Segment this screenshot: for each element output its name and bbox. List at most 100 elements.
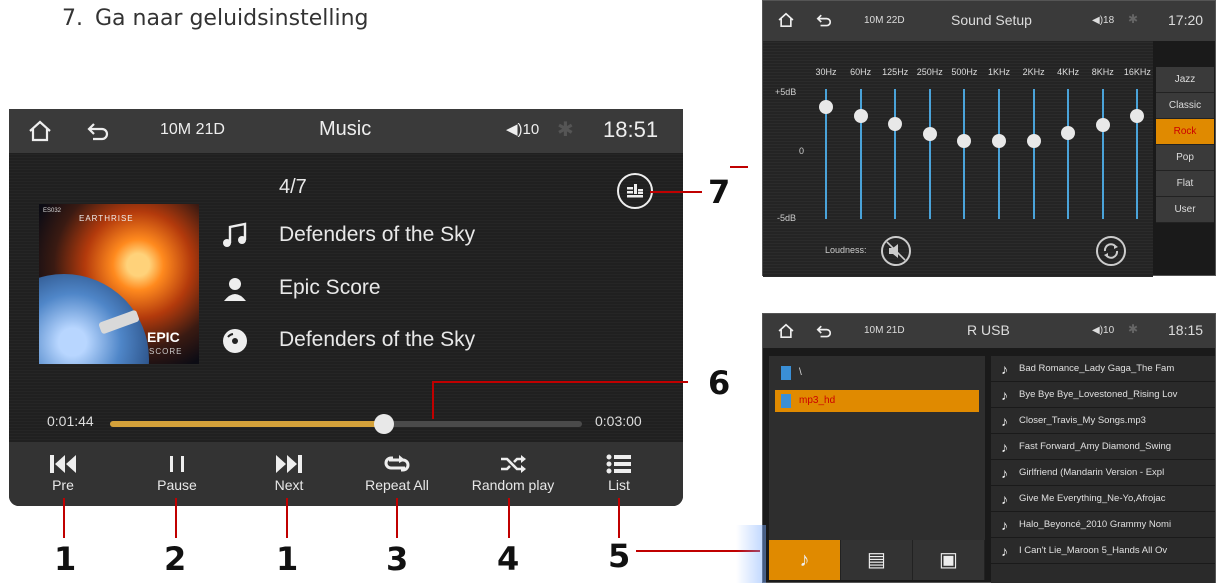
eq-band-slider[interactable] (1101, 89, 1104, 219)
next-button[interactable]: Next (239, 442, 339, 506)
loudness-label: Loudness: (825, 245, 867, 255)
tab-music[interactable]: ♪ (769, 540, 841, 580)
music-note-icon: ♪ (1001, 491, 1008, 507)
bluetooth-icon: ✱ (557, 119, 574, 141)
eq-band-knob[interactable] (888, 117, 903, 132)
album-name: Defenders of the Sky (279, 328, 476, 351)
home-icon[interactable] (777, 322, 795, 340)
repeat-icon (384, 455, 410, 472)
callout-line-4 (508, 498, 510, 538)
song-title: Fast Forward_Amy Diamond_Swing (1019, 441, 1172, 452)
shuffle-icon (501, 455, 526, 473)
artist-icon (224, 278, 246, 301)
back-icon[interactable] (815, 11, 833, 29)
folder-item-root[interactable]: \ (775, 362, 979, 384)
speaker-icon: ◀) (506, 121, 523, 138)
preset-user[interactable]: User (1156, 197, 1214, 223)
list-item[interactable]: ♪ Bad Romance_Lady Gaga_The Fam (991, 356, 1215, 382)
preset-jazz[interactable]: Jazz (1156, 67, 1214, 93)
home-icon[interactable] (27, 118, 53, 144)
equalizer-panel: +5dB 0 -5dB Loudness: 30Hz 60Hz 125Hz 250Hz… (763, 41, 1153, 277)
volume-indicator[interactable]: ◀)10 (506, 120, 539, 138)
status-date: 10M 21D (864, 325, 905, 336)
next-label: Next (274, 477, 304, 493)
back-icon[interactable] (85, 118, 111, 144)
music-screen: 10M 21D Music ◀)10 ✱ 18:51 ES032 EARTHRI… (9, 109, 683, 506)
eq-band-knob[interactable] (819, 99, 833, 114)
preset-pop[interactable]: Pop (1156, 145, 1214, 171)
song-title: Bad Romance_Lady Gaga_The Fam (1019, 363, 1175, 374)
progress-track[interactable] (110, 414, 582, 434)
reset-button[interactable] (1096, 236, 1126, 266)
list-label: List (608, 477, 630, 493)
folder-icon (781, 366, 791, 380)
previous-label: Pre (52, 477, 74, 493)
callout-line-5a (618, 498, 620, 538)
volume-indicator[interactable]: ◀)10 (1092, 325, 1114, 336)
progress-thumb[interactable] (373, 414, 394, 434)
music-note-icon: ♪ (1001, 413, 1008, 429)
loudness-button[interactable] (881, 236, 911, 266)
list-item[interactable]: ♪ I Can't Lie_Maroon 5_Hands All Ov (991, 538, 1215, 564)
eq-band-slider[interactable] (1067, 89, 1070, 219)
preset-flat[interactable]: Flat (1156, 171, 1214, 197)
list-item[interactable]: ♪ Give Me Everything_Ne-Yo,Afrojac (991, 486, 1215, 512)
callout-line-2 (175, 498, 177, 538)
random-play-button[interactable]: Random play (463, 442, 563, 506)
callout-line-1b (286, 498, 288, 538)
folder-item-mp3-hd[interactable]: mp3_hd (775, 390, 979, 412)
db-label-mid: 0 (799, 146, 805, 156)
music-note-icon: ♪ (1001, 465, 1008, 481)
eq-band-knob[interactable] (1130, 108, 1145, 123)
callout-number: 1 (54, 540, 77, 578)
eq-band-slider[interactable] (894, 89, 897, 219)
page-title: R USB (967, 322, 1010, 338)
eq-band-knob[interactable] (922, 127, 937, 142)
playback-controls: Pre Pause Next Repeat All Random play Li… (9, 442, 683, 506)
previous-button[interactable]: Pre (13, 442, 113, 506)
eq-band-slider[interactable] (1032, 89, 1035, 219)
preset-rock[interactable]: Rock (1156, 119, 1214, 145)
repeat-button[interactable]: Repeat All (347, 442, 447, 506)
eq-band-knob[interactable] (1095, 118, 1110, 133)
volume-indicator[interactable]: ◀)18 (1092, 15, 1114, 26)
status-date: 10M 21D (160, 121, 225, 138)
eq-band-slider[interactable] (928, 89, 931, 219)
sound-setup-screen: 10M 22D Sound Setup ◀)18 ✱ 17:20 +5dB 0 … (762, 0, 1216, 277)
db-label-bottom: -5dB (777, 213, 797, 223)
eq-band-knob[interactable] (853, 108, 868, 123)
list-button[interactable]: List (569, 442, 669, 506)
eq-band-knob[interactable] (992, 133, 1006, 148)
eq-band-frequency: 30Hz (815, 67, 837, 77)
callout-number: 5 (608, 537, 631, 575)
list-item[interactable]: ♪ Bye Bye Bye_Lovestoned_Rising Lov (991, 382, 1215, 408)
status-time: 18:15 (1168, 322, 1204, 338)
eq-band-knob[interactable] (1026, 133, 1041, 148)
list-item[interactable]: ♪ Girlfriend (Mandarin Version - Expl (991, 460, 1215, 486)
page-title: Music (319, 118, 372, 140)
list-item[interactable]: ♪ Fast Forward_Amy Diamond_Swing (991, 434, 1215, 460)
tab-video[interactable]: ▤ (841, 540, 913, 580)
list-item[interactable]: ♪ Closer_Travis_My Songs.mp3 (991, 408, 1215, 434)
tab-photo[interactable]: ▣ (913, 540, 985, 580)
usb-browser-screen: 10M 21D R USB ◀)10 ✱ 18:15 \ mp3_hd ♪ ▤ … (762, 313, 1216, 583)
eq-band-slider[interactable] (998, 89, 1000, 219)
home-icon[interactable] (777, 11, 795, 29)
album-art-logo: EPIC (147, 329, 180, 345)
preset-classic[interactable]: Classic (1156, 93, 1214, 119)
volume-level: 10 (522, 121, 540, 138)
progress-bar[interactable]: 0:01:44 0:03:00 (9, 409, 683, 439)
speaker-icon: ◀) (1092, 15, 1104, 26)
eq-band-knob[interactable] (957, 133, 972, 148)
callout-line-7 (650, 191, 702, 193)
eq-band-slider[interactable] (963, 89, 966, 219)
bluetooth-icon: ✱ (1128, 12, 1139, 26)
music-note-icon: ♪ (1001, 517, 1008, 533)
pause-button[interactable]: Pause (127, 442, 227, 506)
back-icon[interactable] (815, 322, 833, 340)
list-item[interactable]: ♪ Halo_Beyoncé_2010 Grammy Nomi (991, 512, 1215, 538)
track-counter: 4/7 (279, 176, 307, 198)
eq-band-knob[interactable] (1061, 126, 1076, 141)
equalizer-button[interactable] (617, 173, 653, 209)
page-title: Sound Setup (951, 12, 1032, 28)
